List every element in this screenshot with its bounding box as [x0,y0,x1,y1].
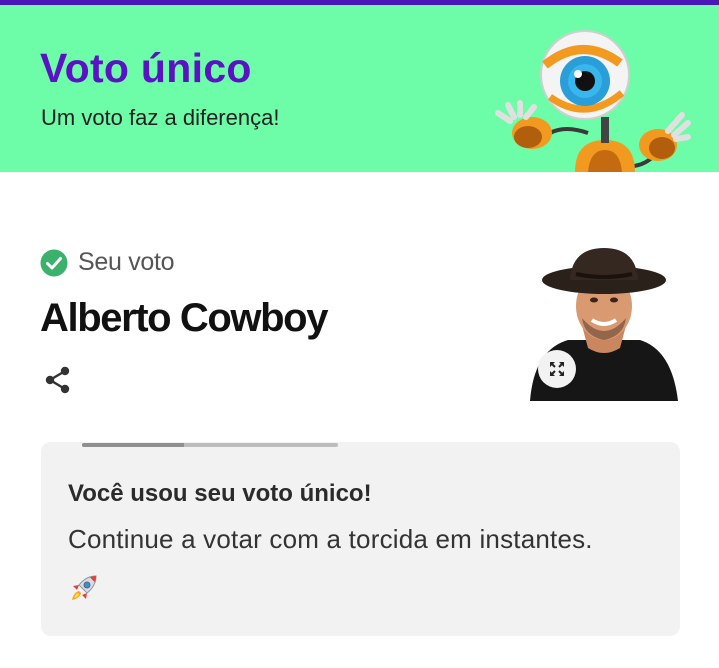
mascot-icon [495,30,691,172]
check-circle-icon [40,249,68,276]
rocket-icon [72,575,97,600]
notice-title: Você usou seu voto único! [68,480,372,507]
candidate-name: Alberto Cowboy [40,296,328,340]
share-icon[interactable] [42,364,74,396]
cooldown-progress-bar [82,443,338,447]
notice-text: Continue a votar com a torcida em instan… [68,524,593,554]
page-subtitle: Um voto faz a diferença! [41,105,280,130]
header-banner: Voto único Um voto faz a diferença! [0,5,719,172]
cooldown-progress-fill [82,443,185,447]
page-title: Voto único [40,45,252,91]
expand-photo-button[interactable] [538,350,576,388]
expand-icon [550,362,564,376]
vote-status-label: Seu voto [78,248,175,276]
vote-status: Seu voto [40,248,175,277]
